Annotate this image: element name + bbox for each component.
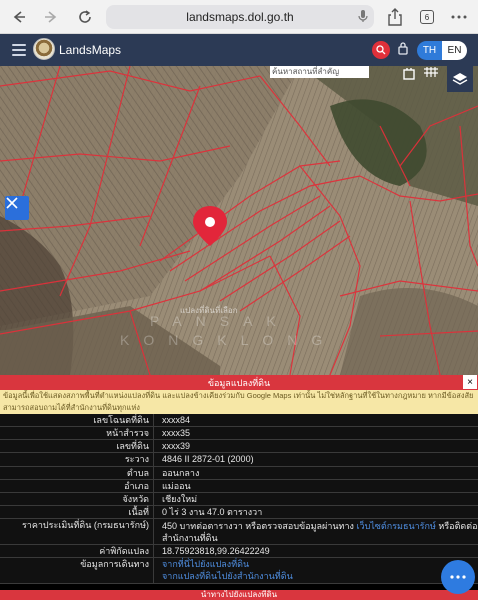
table-row: อำเภอ แม่ออน [0,480,478,493]
row-value: 4846 II 2872-01 (2000) [162,454,254,464]
language-toggle[interactable]: TH EN [417,41,467,60]
parcel-panel-title: ข้อมูลแปลงที่ดิน [0,375,478,390]
route-to-office-link[interactable]: จากแปลงที่ดินไปยังสำนักงานที่ดิน [162,570,478,582]
row-key: ระวาง [0,453,154,466]
place-search-input[interactable]: ค้นหาสถานที่สำคัญ [270,66,369,78]
table-row-route: ข้อมูลการเดินทาง จากที่นี่ไปยังแปลงที่ดิ… [0,558,478,584]
measure-tool-button[interactable] [5,196,29,220]
row-value: ออนกลาง [162,468,200,478]
price-key: ราคาประเมินที่ดิน (กรมธนารักษ์) [0,519,154,544]
layers-button[interactable] [447,66,473,92]
coord-key: ค่าพิกัดแปลง [0,545,154,557]
treasury-link[interactable]: เว็บไซต์กรมธนารักษ์ [356,521,435,531]
app-header: LandsMaps TH EN [0,34,478,66]
forward-arrow-icon[interactable] [40,6,62,28]
table-row-coordinates: ค่าพิกัดแปลง 18.75923818,99.26422249 [0,545,478,558]
table-row: เนื้อที่ 0 ไร่ 3 งาน 47.0 ตารางวา [0,506,478,519]
route-links: จากที่นี่ไปยังแปลงที่ดิน จากแปลงที่ดินไป… [154,558,478,583]
table-row: จังหวัด เชียงใหม่ [0,493,478,506]
share-icon[interactable] [384,6,406,28]
table-row: หน้าสำรวจ xxxx35 [0,427,478,440]
street-view-icon[interactable] [398,63,420,85]
table-row-price: ราคาประเมินที่ดิน (กรมธนารักษ์) 450 บาทต… [0,519,478,545]
menu-icon[interactable] [12,44,26,56]
watermark-line1: PANSAK [150,313,290,329]
row-key: หน้าสำรวจ [0,427,154,439]
row-key: เลขโฉนดที่ดิน [0,414,154,426]
tab-count: 6 [420,10,434,24]
table-row: ตำบล ออนกลาง [0,467,478,480]
table-row: ระวาง 4846 II 2872-01 (2000) [0,453,478,467]
price-value: 450 บาทต่อตารางวา หรือตรวจสอบข้อมูลผ่านท… [162,521,354,531]
chat-dots-icon [450,575,466,579]
lang-th[interactable]: TH [417,41,442,60]
row-key: เนื้อที่ [0,506,154,518]
disclaimer-notice: ข้อมูลนี้เพื่อใช้แสดงสภาพพื้นที่ตำแหน่งแ… [0,390,478,414]
microphone-icon[interactable] [358,9,368,26]
department-logo [33,38,55,60]
browser-toolbar: landsmaps.dol.go.th 6 [0,0,478,34]
table-row: เลขที่ดิน xxxx39 [0,440,478,453]
row-key: จังหวัด [0,493,154,505]
row-key: เลขที่ดิน [0,440,154,452]
more-icon[interactable] [448,6,470,28]
table-row: เลขโฉนดที่ดิน xxxx84 [0,414,478,427]
row-key: อำเภอ [0,480,154,492]
route-key: ข้อมูลการเดินทาง [0,558,154,583]
row-value: เชียงใหม่ [162,494,198,504]
row-value: xxxx84 [162,415,191,425]
navigate-button[interactable]: นำทางไปยังแปลงที่ดิน [0,590,478,600]
coord-link[interactable]: 18.75923818,99.26422249 [154,545,478,557]
grid-icon[interactable] [420,61,442,83]
route-to-parcel-link[interactable]: จากที่นี่ไปยังแปลงที่ดิน [162,558,478,570]
price-value-cell: 450 บาทต่อตารางวา หรือตรวจสอบข้อมูลผ่านท… [154,519,478,544]
layers-icon [452,73,468,85]
address-bar[interactable]: landsmaps.dol.go.th [106,5,374,29]
row-value: 0 ไร่ 3 งาน 47.0 ตารางวา [162,507,263,517]
app-title: LandsMaps [59,43,122,57]
search-alert-icon[interactable] [372,41,390,59]
row-value: แม่ออน [162,481,191,491]
satellite-map[interactable]: แปลงที่ดินที่เลือก PANSAK KONGKLONG [0,66,478,375]
url-text: landsmaps.dol.go.th [186,10,294,24]
close-panel-button[interactable]: × [463,375,477,389]
parcel-info-table: เลขโฉนดที่ดิน xxxx84 หน้าสำรวจ xxxx35 เล… [0,414,478,584]
tab-switcher[interactable]: 6 [416,6,438,28]
row-value: xxxx35 [162,428,191,438]
row-value: xxxx39 [162,441,191,451]
lock-icon[interactable] [398,42,408,60]
row-key: ตำบล [0,467,154,479]
back-arrow-icon[interactable] [8,6,30,28]
watermark-line2: KONGKLONG [120,332,337,348]
reload-icon[interactable] [74,6,96,28]
chat-button[interactable] [441,560,475,594]
lang-en[interactable]: EN [442,41,467,60]
